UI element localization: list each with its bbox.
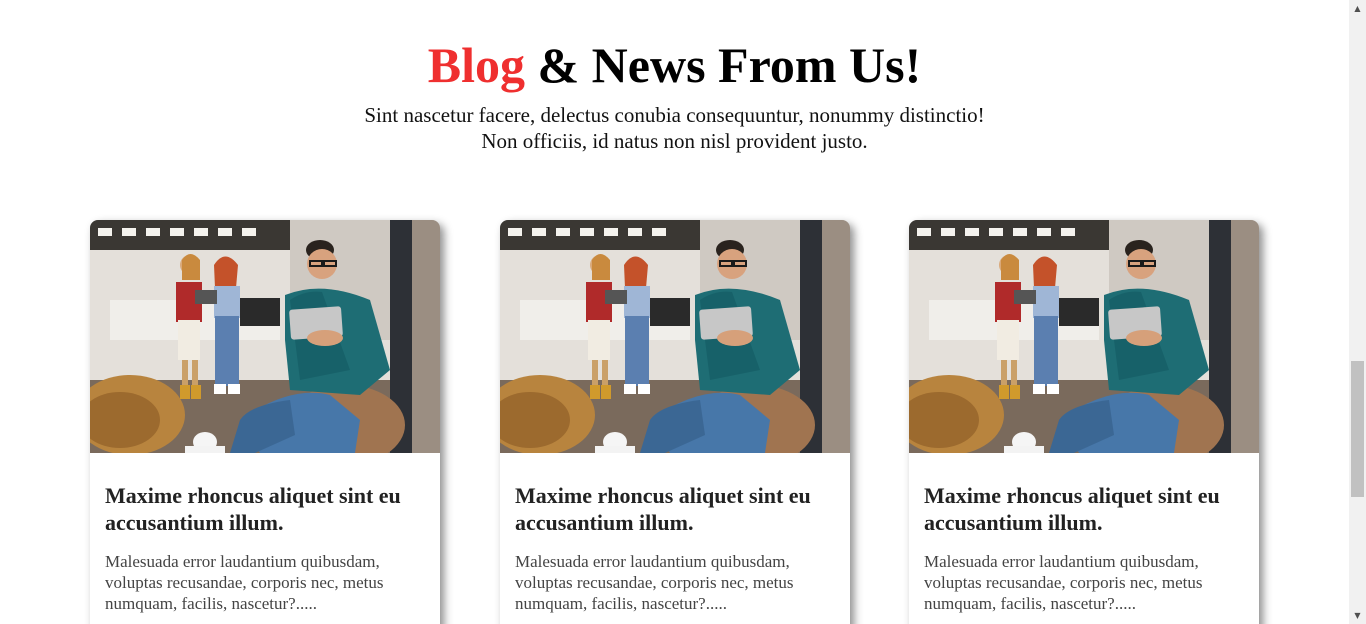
blog-card[interactable]: Maxime rhoncus aliquet sint eu accusanti… [90, 220, 440, 624]
vertical-scrollbar[interactable]: ▲ ▼ [1349, 0, 1366, 624]
office-people-tablet-photo [90, 220, 440, 453]
blog-card[interactable]: Maxime rhoncus aliquet sint eu accusanti… [909, 220, 1259, 624]
section-subtitle: Sint nascetur facere, delectus conubia c… [0, 102, 1349, 154]
blog-card-excerpt: Malesuada error laudantium quibusdam, vo… [105, 552, 384, 613]
title-rest: & News From Us! [537, 37, 922, 93]
blog-card-excerpt: Malesuada error laudantium quibusdam, vo… [924, 552, 1203, 613]
blog-card-title[interactable]: Maxime rhoncus aliquet sint eu accusanti… [105, 482, 425, 536]
blog-card[interactable]: Maxime rhoncus aliquet sint eu accusanti… [500, 220, 850, 624]
section-title: Blog & News From Us! [0, 33, 1349, 97]
blog-card-title[interactable]: Maxime rhoncus aliquet sint eu accusanti… [515, 482, 835, 536]
chevron-down-icon[interactable]: ▼ [1349, 607, 1366, 624]
subtitle-line-1: Sint nascetur facere, delectus conubia c… [364, 103, 985, 127]
chevron-up-icon[interactable]: ▲ [1349, 0, 1366, 17]
scrollbar-thumb[interactable] [1351, 361, 1364, 497]
subtitle-line-2: Non officiis, id natus non nisl providen… [481, 129, 868, 153]
blog-card-image[interactable] [500, 220, 850, 453]
title-accent: Blog [427, 37, 526, 93]
blog-card-excerpt: Malesuada error laudantium quibusdam, vo… [515, 552, 794, 613]
blog-card-image[interactable] [90, 220, 440, 453]
blog-card-image[interactable] [909, 220, 1259, 453]
office-people-tablet-photo [500, 220, 850, 453]
office-people-tablet-photo [909, 220, 1259, 453]
blog-card-title[interactable]: Maxime rhoncus aliquet sint eu accusanti… [924, 482, 1244, 536]
blog-section: Blog & News From Us! Sint nascetur facer… [0, 0, 1349, 624]
page: Blog & News From Us! Sint nascetur facer… [0, 0, 1366, 624]
